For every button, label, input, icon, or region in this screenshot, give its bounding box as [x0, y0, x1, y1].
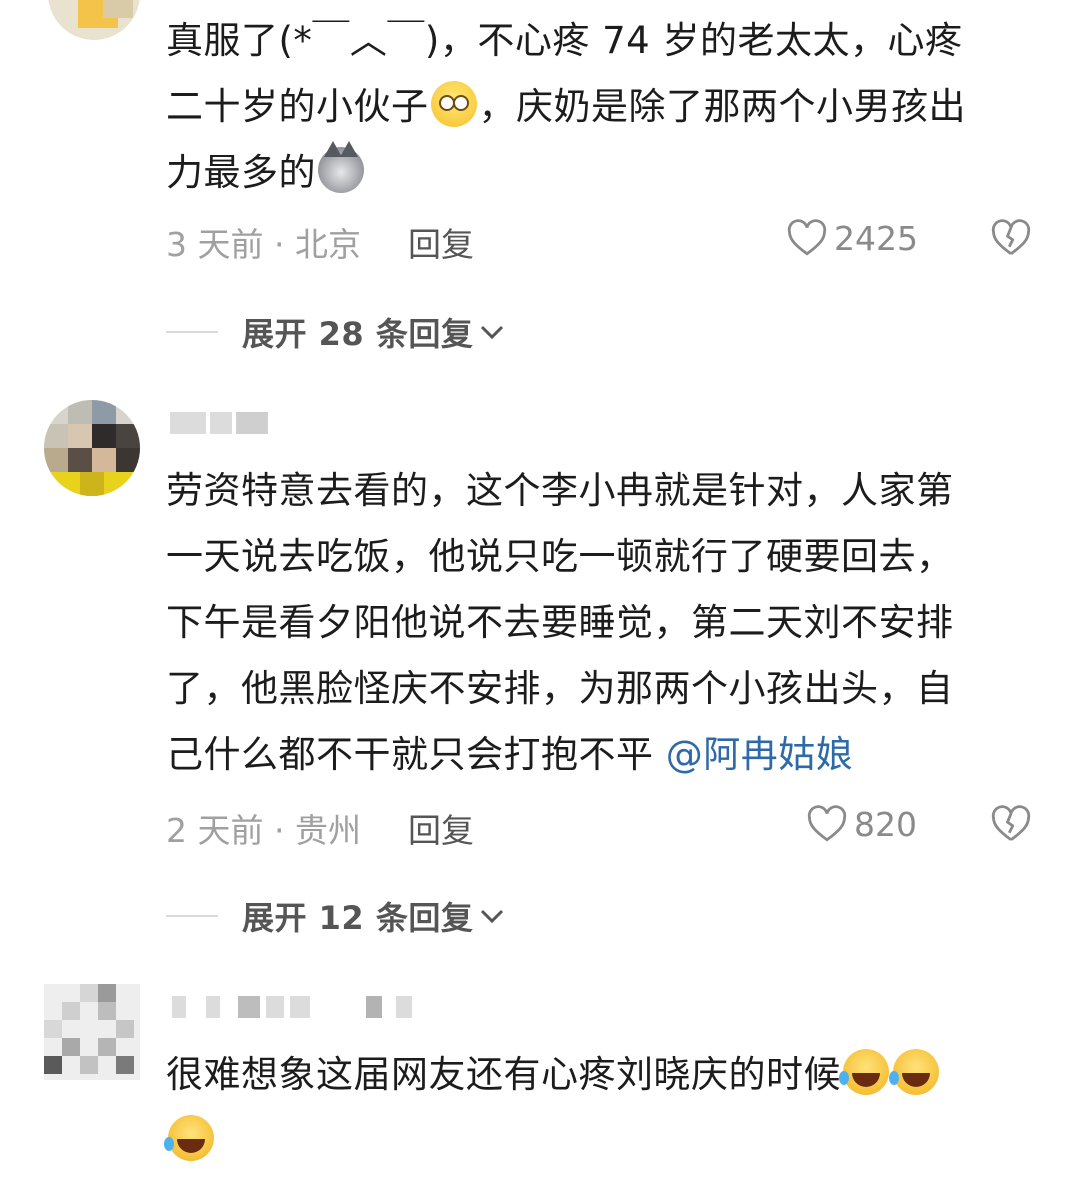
comment-text-segment: 很难想象这届网友还有心疼刘晓庆的时候 — [166, 1053, 841, 1096]
divider — [166, 331, 218, 333]
comment-text-line — [164, 1108, 1046, 1174]
comment-text-segment: 力最多的 — [166, 151, 316, 194]
avatar[interactable] — [48, 0, 140, 40]
expand-replies-label: 展开 12 条回复 — [242, 899, 474, 937]
like-count: 2425 — [834, 218, 918, 258]
divider — [166, 915, 218, 917]
reply-button[interactable]: 回复 — [408, 804, 474, 852]
like-count: 820 — [854, 804, 917, 844]
rolling-laughing-emoji-icon — [164, 1115, 214, 1161]
comment-text-segment: 二十岁的小伙子 — [166, 85, 429, 128]
broken-heart-icon[interactable] — [990, 218, 1032, 258]
rolling-laughing-emoji-icon — [889, 1049, 939, 1095]
chevron-down-icon — [481, 909, 504, 924]
expand-replies-button[interactable]: 展开 12 条回复 — [166, 896, 505, 937]
comment-text-line: 己什么都不干就只会打抱不平 @阿冉姑娘 — [166, 722, 1046, 788]
comment-text-line: 二十岁的小伙子 ，庆奶是除了那两个小男孩出 — [166, 74, 1046, 140]
broken-heart-icon[interactable] — [990, 804, 1032, 844]
comment-text: 真服了(*￣︿￣)，不心疼 74 岁的老太太，心疼 二十岁的小伙子 ，庆奶是除了那… — [166, 8, 1046, 206]
mention-link[interactable]: @阿冉姑娘 — [666, 733, 854, 776]
comment-text-line: 真服了(*￣︿￣)，不心疼 74 岁的老太太，心疼 — [166, 19, 963, 62]
comment-text-line: 很难想象这届网友还有心疼刘晓庆的时候 — [166, 1042, 1046, 1108]
time-location: 3 天前 · 北京 — [166, 225, 361, 264]
expand-replies-button[interactable]: 展开 28 条回复 — [166, 312, 505, 353]
comment-text: 很难想象这届网友还有心疼刘晓庆的时候 — [164, 1042, 1046, 1174]
like-button[interactable]: 2425 — [786, 218, 918, 258]
rolling-laughing-emoji-icon — [839, 1049, 889, 1095]
chevron-down-icon — [481, 325, 504, 340]
comment-text: 劳资特意去看的，这个李小冉就是针对，人家第 一天说去吃饭，他说只吃一顿就行了硬要… — [166, 458, 1046, 788]
comment-text-segment: 己什么都不干就只会打抱不平 — [166, 733, 666, 776]
heart-outline-icon — [807, 805, 847, 842]
heart-outline-icon — [787, 219, 827, 256]
comment-text-line: 劳资特意去看的，这个李小冉就是针对，人家第 — [166, 469, 954, 512]
doge-emoji-icon — [318, 141, 364, 193]
expand-replies-label: 展开 28 条回复 — [242, 315, 474, 353]
comment-text-line: 了，他黑脸怪庆不安排，为那两个小孩出头，自 — [166, 667, 954, 710]
comment-text-segment: ，庆奶是除了那两个小男孩出 — [478, 85, 966, 128]
comment-text-line: 下午是看夕阳他说不去要睡觉，第二天刘不安排 — [166, 601, 954, 644]
time-location: 2 天前 · 贵州 — [166, 811, 361, 850]
comment-text-line: 力最多的 — [166, 140, 1046, 206]
comment-text-line: 一天说去吃饭，他说只吃一顿就行了硬要回去， — [166, 535, 954, 578]
avatar[interactable] — [44, 984, 140, 1080]
tears-of-joy-emoji-icon — [430, 81, 477, 127]
reply-button[interactable]: 回复 — [408, 218, 474, 266]
avatar[interactable] — [44, 400, 140, 496]
like-button[interactable]: 820 — [806, 804, 917, 844]
